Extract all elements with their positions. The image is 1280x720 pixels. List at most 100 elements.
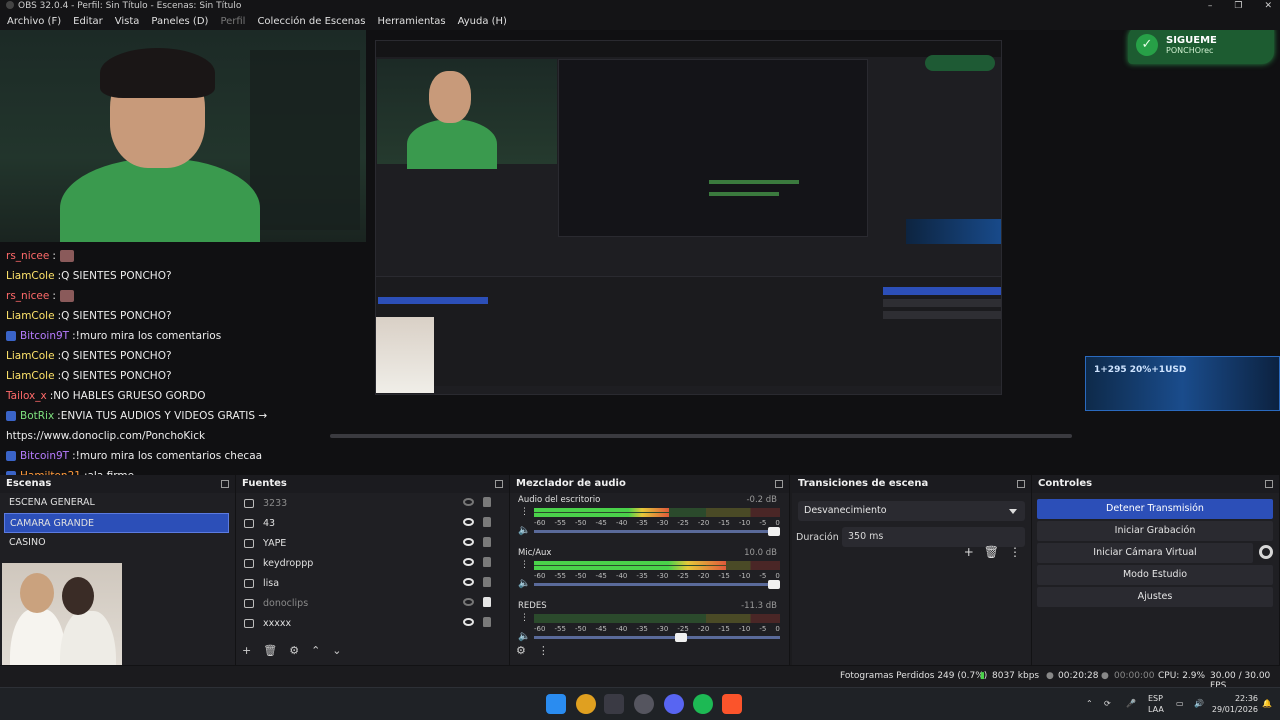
stop-streaming-button[interactable]: Detener Transmisión [1037,499,1273,519]
speaker-mute-icon[interactable]: 🔈 [518,525,530,536]
visibility-eye-icon[interactable] [463,518,474,526]
chrome-icon[interactable] [576,694,596,714]
obs-app-icon[interactable] [634,694,654,714]
volume-slider[interactable] [534,527,780,536]
volume-slider-knob[interactable] [768,527,780,536]
channel-menu-icon[interactable]: ⋮ [520,613,529,623]
visibility-eye-icon[interactable] [463,558,474,566]
menu-docks[interactable]: Paneles (D) [151,16,208,27]
source-item[interactable]: YAPE [236,533,509,553]
speaker-mute-icon[interactable]: 🔈 [518,631,530,642]
source-label: donoclips [263,597,309,609]
notification-bell-icon[interactable]: 🔔 [1262,698,1272,709]
nested-meter [709,180,799,184]
lock-icon[interactable] [483,617,491,627]
popout-icon[interactable] [1017,480,1025,488]
tray-network-icon[interactable]: ▭ [1176,698,1184,709]
volume-slider[interactable] [534,633,780,642]
remove-transition-button[interactable]: 🗑 [984,545,999,559]
close-button[interactable]: ✕ [1264,0,1272,12]
transition-select[interactable]: Desvanecimiento [798,501,1025,521]
chat-message: Tailox_x : NO HABLES GRUESO GORDO [6,386,366,406]
start-virtual-camera-button[interactable]: Iniciar Cámara Virtual [1037,543,1253,563]
visibility-eye-icon[interactable] [463,578,474,586]
windows-start-icon[interactable] [546,694,566,714]
scene-item-selected[interactable]: CAMARA GRANDE [4,513,229,533]
nested-inner-capture [558,59,868,237]
follow-title: SIGUEME [1166,35,1217,46]
tray-chevron-up-icon[interactable]: ⌃ [1086,698,1093,709]
chat-username: LiamCole [6,270,55,282]
program-preview[interactable]: ✓ SIGUEME PONCHOrec 1+295 20%+1USD rs_ni… [0,30,1280,475]
add-transition-button[interactable]: + [964,545,974,559]
menu-edit[interactable]: Editar [73,16,103,27]
transition-menu-icon[interactable]: ⋮ [1009,545,1021,559]
source-item[interactable]: lisa [236,573,509,593]
source-item[interactable]: 3233 [236,493,509,513]
settings-button[interactable]: Ajustes [1037,587,1273,607]
virtual-camera-gear-icon[interactable] [1259,545,1273,559]
popout-icon[interactable] [1265,480,1273,488]
spotify-icon[interactable] [693,694,713,714]
volume-slider[interactable] [534,580,780,589]
lock-icon[interactable] [483,537,491,547]
source-item[interactable]: donoclips [236,593,509,613]
popout-icon[interactable] [775,480,783,488]
maximize-button[interactable]: ❐ [1234,0,1242,12]
visibility-eye-icon[interactable] [463,618,474,626]
tray-mic-icon[interactable]: 🎤 [1126,698,1136,709]
volume-slider-knob[interactable] [674,633,687,642]
source-item[interactable]: xxxxx [236,613,509,633]
menu-profile[interactable]: Perfil [220,16,245,27]
start-recording-button[interactable]: Iniciar Grabación [1037,521,1273,541]
dropped-frames: Fotogramas Perdidos 249 (0.7%) [840,671,988,681]
lock-icon[interactable] [483,557,491,567]
menu-view[interactable]: Vista [115,16,140,27]
menu-file[interactable]: Archivo (F) [7,16,61,27]
popout-icon[interactable] [221,480,229,488]
source-item[interactable]: 43 [236,513,509,533]
lock-icon[interactable] [483,517,491,527]
remove-source-button[interactable]: 🗑 [263,644,277,657]
mixer-menu-icon[interactable]: ⋮ [538,644,549,657]
chat-text: Q SIENTES PONCHO? [61,370,172,382]
move-up-button[interactable]: ⌃ [311,644,320,657]
add-source-button[interactable]: + [242,644,251,657]
bitrate: 8037 kbps [992,671,1040,681]
language-indicator[interactable]: ESP LAA [1148,693,1164,715]
preview-horizontal-scrollbar[interactable] [330,434,1072,438]
visibility-eye-icon[interactable] [463,498,474,506]
obs-taskbar-icon[interactable] [604,694,624,714]
channel-menu-icon[interactable]: ⋮ [520,560,529,570]
scene-item[interactable]: CASINO [0,533,235,553]
popout-icon[interactable] [495,480,503,488]
visibility-eye-icon[interactable] [463,598,474,606]
minimize-button[interactable]: – [1208,0,1213,12]
source-item[interactable]: keydroppp [236,553,509,573]
discord-icon[interactable] [664,694,684,714]
meter-tick-label: -55 [554,572,566,580]
transitions-header: Transiciones de escena [792,475,1031,493]
speaker-mute-icon[interactable]: 🔈 [518,578,530,589]
menu-help[interactable]: Ayuda (H) [458,16,507,27]
brave-icon[interactable] [722,694,742,714]
menu-tools[interactable]: Herramientas [377,16,445,27]
visibility-eye-icon[interactable] [463,538,474,546]
studio-mode-button[interactable]: Modo Estudio [1037,565,1273,585]
channel-menu-icon[interactable]: ⋮ [520,507,529,517]
menu-scene-collection[interactable]: Colección de Escenas [257,16,365,27]
mixer-settings-icon[interactable]: ⚙ [516,644,526,657]
duration-input[interactable]: 350 ms [842,527,1025,547]
lock-icon[interactable] [483,597,491,607]
tray-update-icon[interactable]: ⟳ [1104,698,1111,709]
source-properties-button[interactable]: ⚙ [289,644,299,657]
lock-icon[interactable] [483,497,491,507]
meter-tick-label: -55 [554,519,566,527]
menu-bar: Archivo (F) Editar Vista Paneles (D) Per… [0,12,1280,30]
move-down-button[interactable]: ⌄ [332,644,341,657]
clock[interactable]: 22:36 29/01/2026 [1210,693,1258,715]
scene-item[interactable]: ESCENA GENERAL [0,493,235,513]
volume-slider-knob[interactable] [768,580,780,589]
lock-icon[interactable] [483,577,491,587]
tray-volume-icon[interactable]: 🔊 [1194,698,1204,709]
